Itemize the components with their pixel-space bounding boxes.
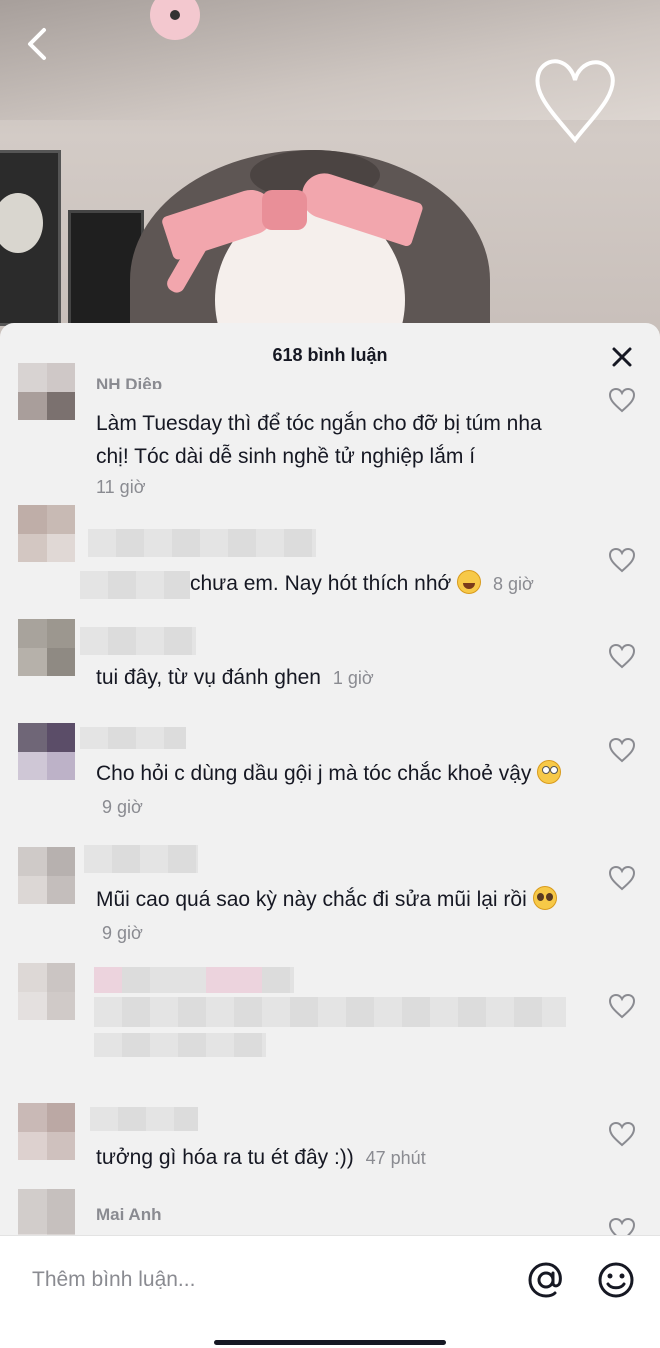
video-background — [0, 0, 660, 340]
like-heart-icon[interactable] — [608, 387, 636, 413]
avatar[interactable] — [18, 363, 75, 420]
comment-time: 9 giờ — [102, 923, 143, 943]
like-heart-icon[interactable] — [608, 1121, 636, 1147]
comment-time: 8 giờ — [492, 574, 534, 594]
comment-text: tưởng gì hóa ra tu ét đây :)) 47 phút — [96, 1141, 566, 1175]
mention-blurred — [80, 571, 190, 599]
comment-text: Làm Tuesday thì để tóc ngắn cho đỡ bị tú… — [96, 407, 566, 473]
comment-body: Làm Tuesday thì để tóc ngắn cho đỡ bị tú… — [96, 412, 542, 468]
comment-text: chưa em. Nay hót thích nhớ 8 giờ — [190, 567, 590, 601]
comment-username[interactable]: NH Diệp — [96, 375, 162, 389]
comment-time: 47 phút — [365, 1148, 426, 1168]
close-icon[interactable] — [608, 343, 636, 371]
comment-input[interactable] — [30, 1262, 494, 1298]
pleading-emoji-icon — [532, 886, 557, 910]
comment-input-bar — [0, 1235, 660, 1348]
username-blurred — [94, 967, 294, 993]
text-blurred — [94, 1033, 266, 1057]
wall-frame — [0, 150, 61, 326]
avatar[interactable] — [18, 619, 75, 676]
like-heart-icon[interactable] — [608, 993, 636, 1019]
comment-body: Cho hỏi c dùng dầu gội j mà tóc chắc kho… — [96, 762, 532, 785]
comment-count-title: 618 bình luận — [272, 345, 388, 365]
eye-roll-emoji-icon — [537, 760, 562, 784]
avatar[interactable] — [18, 1103, 75, 1160]
text-blurred — [94, 997, 566, 1027]
comment-time: 9 giờ — [102, 797, 143, 817]
like-heart-icon[interactable] — [608, 643, 636, 669]
username-blurred — [90, 1107, 198, 1131]
avatar[interactable] — [18, 847, 75, 904]
home-indicator — [214, 1340, 446, 1345]
comment-text: Mũi cao quá sao kỳ này chắc đi sửa mũi l… — [96, 883, 566, 950]
like-heart-icon[interactable] — [608, 865, 636, 891]
username-blurred — [80, 627, 196, 655]
comment-body: Mũi cao quá sao kỳ này chắc đi sửa mũi l… — [96, 888, 527, 911]
heart-doodle-icon — [535, 59, 615, 144]
comment-body: tưởng gì hóa ra tu ét đây :)) — [96, 1146, 354, 1169]
username-blurred — [84, 845, 198, 873]
laughing-emoji-icon — [457, 570, 482, 594]
comment-time: 1 giờ — [332, 668, 374, 688]
comments-sheet: 618 bình luận NH Diệp Làm Tuesday thì để… — [0, 323, 660, 1347]
comment-text: Cho hỏi c dùng dầu gội j mà tóc chắc kho… — [96, 757, 566, 824]
comment-body: chưa em. Nay hót thích nhớ — [190, 572, 452, 595]
comment-body: tui đây, từ vụ đánh ghen — [96, 666, 321, 689]
username-blurred — [80, 727, 186, 749]
avatar[interactable] — [18, 505, 75, 562]
avatar[interactable] — [18, 723, 75, 780]
username-blurred — [88, 529, 316, 557]
comment-username[interactable]: Mai Anh — [96, 1205, 161, 1225]
at-sign-icon[interactable] — [526, 1260, 566, 1300]
smiley-icon[interactable] — [596, 1260, 636, 1300]
avatar[interactable] — [18, 963, 75, 1020]
like-heart-icon[interactable] — [608, 737, 636, 763]
comment-text: tui đây, từ vụ đánh ghen 1 giờ — [96, 661, 566, 695]
back-chevron-icon[interactable] — [20, 26, 56, 62]
comment-time: 11 giờ — [96, 477, 146, 497]
bow-knot — [262, 190, 307, 230]
like-heart-icon[interactable] — [608, 547, 636, 573]
